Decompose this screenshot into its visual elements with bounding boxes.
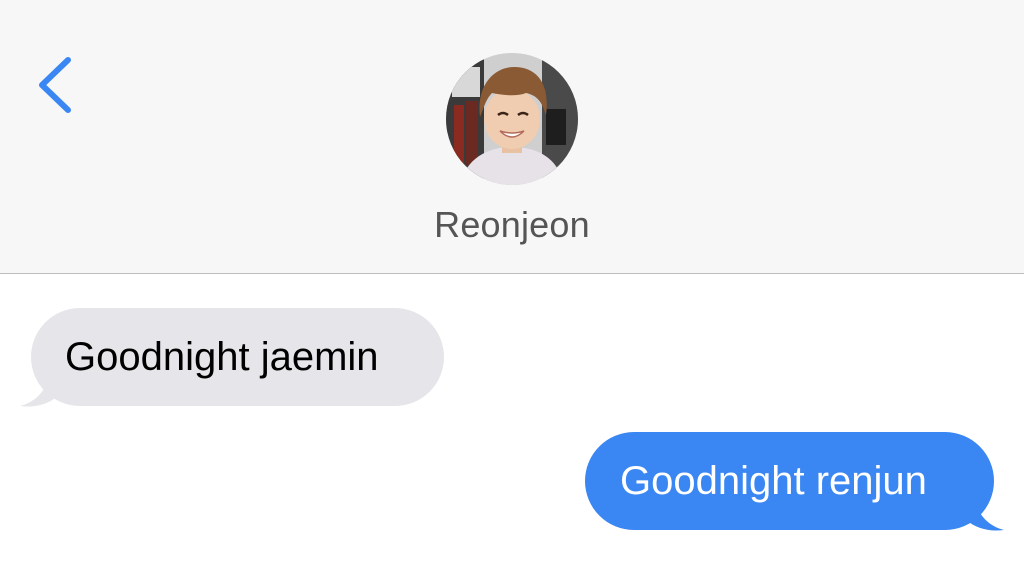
message-thread: Goodnight jaemin Goodnight renjun <box>0 274 1024 572</box>
message-text: Goodnight renjun <box>620 459 927 503</box>
message-text: Goodnight jaemin <box>65 335 379 379</box>
outgoing-message-bubble[interactable]: Goodnight renjun <box>585 432 994 530</box>
incoming-message-bubble[interactable]: Goodnight jaemin <box>31 308 444 406</box>
contact-photo <box>446 53 578 185</box>
chevron-left-icon <box>39 57 71 113</box>
back-button[interactable] <box>30 52 80 118</box>
conversation-header: Reonjeon <box>0 0 1024 274</box>
contact-avatar[interactable] <box>446 53 578 185</box>
contact-name[interactable]: Reonjeon <box>0 204 1024 246</box>
